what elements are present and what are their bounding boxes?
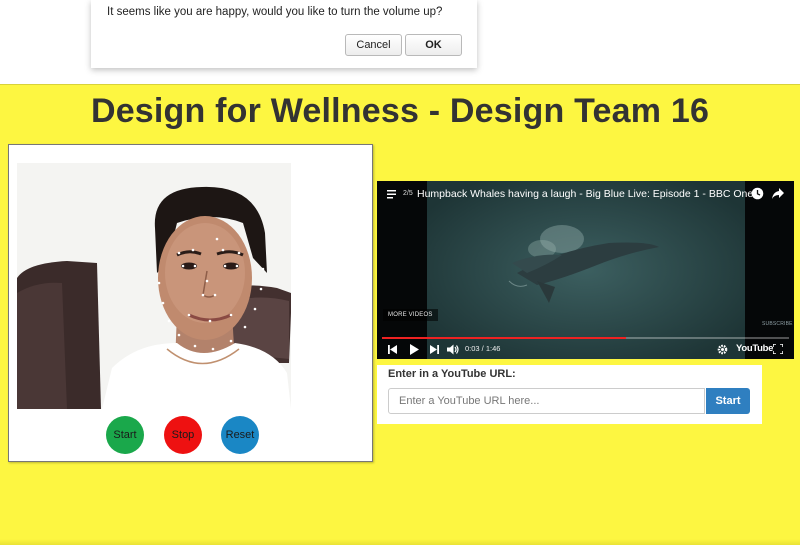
webcam-panel: Start Stop Reset xyxy=(8,144,373,462)
youtube-player[interactable]: 2/5 Humpback Whales having a laugh - Big… xyxy=(377,181,794,359)
player-controls: 0:03 / 1:46 YouTube xyxy=(377,340,794,359)
start-button[interactable]: Start xyxy=(106,416,144,454)
video-frame[interactable] xyxy=(377,181,794,359)
skip-forward-icon[interactable] xyxy=(429,345,439,354)
playlist-position: 2/5 xyxy=(403,190,413,197)
clock-icon[interactable] xyxy=(751,187,764,200)
reset-button[interactable]: Reset xyxy=(221,416,259,454)
volume-confirm-dialog: It seems like you are happy, would you l… xyxy=(91,0,477,68)
play-icon[interactable] xyxy=(409,344,419,355)
url-start-button[interactable]: Start xyxy=(706,388,750,414)
more-videos-button[interactable]: MORE VIDEOS xyxy=(383,309,438,321)
cancel-button[interactable]: Cancel xyxy=(345,34,402,56)
page-title: Design for Wellness - Design Team 16 xyxy=(90,92,710,130)
url-label: Enter in a YouTube URL: xyxy=(388,368,516,380)
video-title[interactable]: Humpback Whales having a laugh - Big Blu… xyxy=(417,188,753,200)
video-progress-bar[interactable] xyxy=(382,337,789,339)
youtube-url-input[interactable] xyxy=(388,388,705,414)
skip-back-icon[interactable] xyxy=(388,345,398,354)
gear-icon[interactable] xyxy=(717,344,728,355)
webcam-feed xyxy=(17,163,291,409)
time-display: 0:03 / 1:46 xyxy=(465,344,501,353)
stop-button[interactable]: Stop xyxy=(164,416,202,454)
youtube-url-form: Enter in a YouTube URL: Start xyxy=(377,365,762,424)
fullscreen-icon[interactable] xyxy=(773,344,783,354)
volume-icon[interactable] xyxy=(447,344,459,355)
youtube-logo[interactable]: YouTube xyxy=(736,343,773,354)
dialog-message: It seems like you are happy, would you l… xyxy=(107,6,443,18)
share-icon[interactable] xyxy=(771,187,785,200)
ok-button[interactable]: OK xyxy=(405,34,462,56)
subscribe-watermark[interactable]: SUBSCRIBE xyxy=(762,321,793,327)
player-top-bar: 2/5 Humpback Whales having a laugh - Big… xyxy=(377,181,794,207)
playlist-icon[interactable] xyxy=(387,189,399,199)
video-progress-fill xyxy=(382,337,627,339)
